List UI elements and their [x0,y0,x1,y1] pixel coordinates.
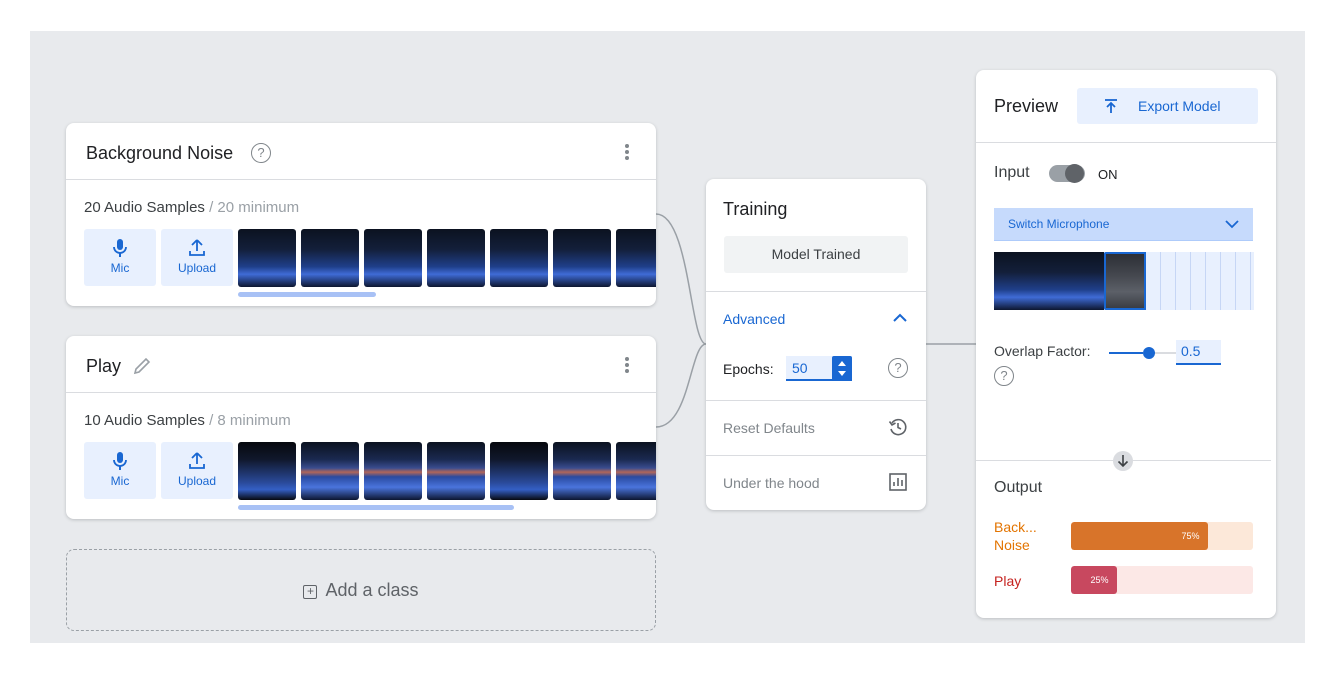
sample-thumbnail[interactable] [616,229,656,287]
overlap-factor-slider[interactable] [1109,347,1177,359]
spectrogram-history [994,252,1104,310]
add-class-label: Add a class [325,580,419,600]
export-icon [1105,99,1117,113]
upload-button[interactable]: Upload [161,229,233,286]
sample-thumbnail[interactable] [301,229,359,287]
output-bar-background-noise: 75% [1071,522,1253,550]
spectrogram-window [1104,252,1146,310]
upload-label: Upload [177,261,217,275]
epochs-stepper[interactable] [832,356,852,381]
sample-thumbnail[interactable] [553,229,611,287]
input-toggle[interactable] [1049,164,1085,183]
edit-pencil-icon[interactable] [132,356,152,376]
reset-defaults-button[interactable]: Reset Defaults [723,420,815,436]
sample-thumbnails [238,442,656,500]
preview-title: Preview [994,96,1059,116]
help-icon[interactable]: ? [888,358,908,378]
add-class-button[interactable]: + Add a class [66,549,656,631]
advanced-toggle[interactable]: Advanced [723,311,785,327]
upload-label: Upload [177,474,217,488]
training-panel: Training Model Trained Advanced Epochs: … [706,179,926,510]
samples-count: 10 Audio Samples / 8 minimum [84,412,291,429]
class-title[interactable]: Background Noise [86,143,233,164]
switch-microphone-label: Switch Microphone [1008,217,1110,231]
thumbnail-scrollbar[interactable] [238,292,376,297]
divider [706,400,926,401]
arrow-down-icon[interactable] [1113,451,1133,471]
spectrogram-empty-grid [1146,252,1254,310]
samples-minimum: / 20 minimum [204,199,300,216]
more-options-icon[interactable] [624,144,630,160]
sample-thumbnail[interactable] [553,442,611,500]
sample-thumbnail[interactable] [238,229,296,287]
epochs-label: Epochs: [723,361,774,377]
chevron-down-icon [1225,220,1239,229]
class-card-play: Play 10 Audio Samples / 8 minimum Mic Up… [66,336,656,519]
input-toggle-state: ON [1098,167,1118,182]
help-icon[interactable]: ? [994,366,1014,386]
output-bar-play: 25% [1071,566,1253,594]
output-title: Output [994,479,1043,496]
mic-icon [113,239,127,257]
under-the-hood-button[interactable]: Under the hood [723,475,820,491]
output-label-background-noise: Back... Noise [994,519,1037,553]
overlap-factor-label: Overlap Factor: [994,343,1091,359]
samples-count: 20 Audio Samples / 20 minimum [84,199,299,216]
switch-microphone-select[interactable]: Switch Microphone [994,208,1253,241]
mic-label: Mic [110,261,130,275]
live-spectrogram [994,252,1254,310]
sample-thumbnail[interactable] [238,442,296,500]
sample-thumbnail[interactable] [490,442,548,500]
train-model-button[interactable]: Model Trained [724,236,908,273]
sample-thumbnail[interactable] [364,229,422,287]
upload-button[interactable]: Upload [161,442,233,499]
stepper-arrows-icon [838,361,846,376]
workspace-canvas: Background Noise ? 20 Audio Samples / 20… [30,31,1305,643]
divider [706,455,926,456]
mic-button[interactable]: Mic [84,229,156,286]
export-model-label: Export Model [1138,98,1221,114]
sample-thumbnail[interactable] [427,442,485,500]
preview-panel: Preview Export Model Input ON Switch Mic… [976,70,1276,618]
more-options-icon[interactable] [624,357,630,373]
mic-label: Mic [110,474,130,488]
slider-thumb[interactable] [1143,347,1155,359]
sample-thumbnail[interactable] [301,442,359,500]
output-fill: 75% [1071,522,1208,550]
bar-chart-icon[interactable] [888,472,908,492]
divider [706,291,926,292]
upload-icon [189,239,205,256]
thumbnail-scrollbar[interactable] [238,505,514,510]
mic-icon [113,452,127,470]
help-icon[interactable]: ? [251,143,271,163]
samples-count-label: 20 Audio Samples [84,199,205,216]
sample-thumbnail[interactable] [616,442,656,500]
output-label-play: Play [994,573,1022,589]
class-title[interactable]: Play [86,356,121,377]
training-title: Training [723,199,788,219]
sample-thumbnails [238,229,656,287]
mic-button[interactable]: Mic [84,442,156,499]
chevron-up-icon[interactable] [892,310,908,326]
divider [976,142,1276,143]
samples-minimum: / 8 minimum [204,412,291,429]
upload-icon [189,452,205,469]
class-card-header: Background Noise ? [66,123,656,180]
slider-fill [1109,352,1143,354]
samples-count-label: 10 Audio Samples [84,412,205,429]
history-icon[interactable] [888,417,908,437]
sample-thumbnail[interactable] [364,442,422,500]
overlap-factor-input[interactable]: 0.5 [1176,340,1221,365]
sample-thumbnail[interactable] [490,229,548,287]
input-label: Input [994,164,1030,181]
sample-thumbnail[interactable] [427,229,485,287]
export-model-button[interactable]: Export Model [1077,88,1258,124]
output-fill: 25% [1071,566,1117,594]
class-card-background-noise: Background Noise ? 20 Audio Samples / 20… [66,123,656,306]
class-card-header: Play [66,336,656,393]
plus-square-icon: + [303,585,318,599]
